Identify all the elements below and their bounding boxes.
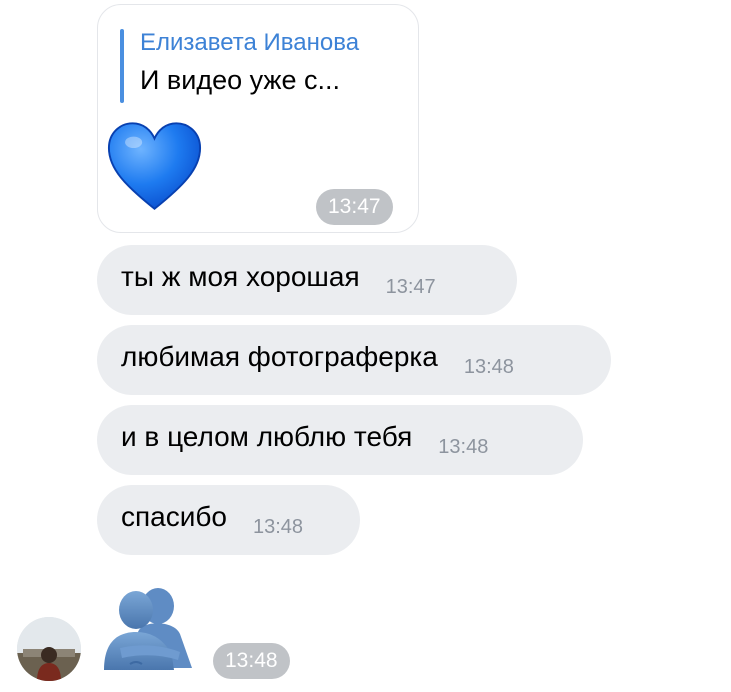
- message-timestamp: 13:47: [385, 275, 436, 298]
- hugging-people-icon[interactable]: [100, 586, 196, 672]
- message-text: любимая фотограферка: [121, 341, 438, 372]
- message-timestamp: 13:48: [438, 435, 489, 458]
- message-bubble[interactable]: и в целом люблю тебя 13:48: [97, 405, 583, 475]
- avatar-photo: [17, 617, 81, 681]
- reply-quoted-text[interactable]: И видео уже с...: [140, 65, 340, 96]
- message-bubble[interactable]: ты ж моя хорошая 13:47: [97, 245, 517, 315]
- avatar[interactable]: [17, 617, 81, 681]
- message-text: и в целом люблю тебя: [121, 421, 413, 452]
- message-bubble[interactable]: спасибо 13:48: [97, 485, 360, 555]
- sticker-timestamp: 13:47: [316, 189, 393, 225]
- message-text: ты ж моя хорошая: [121, 261, 360, 292]
- reply-sticker-message[interactable]: Елизавета Иванова И видео уже с... 13:47: [97, 4, 419, 233]
- reply-author-name[interactable]: Елизавета Иванова: [140, 29, 359, 57]
- message-text: спасибо: [121, 501, 227, 532]
- message-timestamp: 13:48: [252, 515, 304, 538]
- message-bubble[interactable]: любимая фотограферка 13:48: [97, 325, 611, 395]
- message-timestamp: 13:48: [463, 355, 514, 378]
- reply-quote-bar: [120, 29, 124, 103]
- sticker-timestamp: 13:48: [213, 643, 290, 679]
- blue-heart-icon[interactable]: [107, 121, 202, 213]
